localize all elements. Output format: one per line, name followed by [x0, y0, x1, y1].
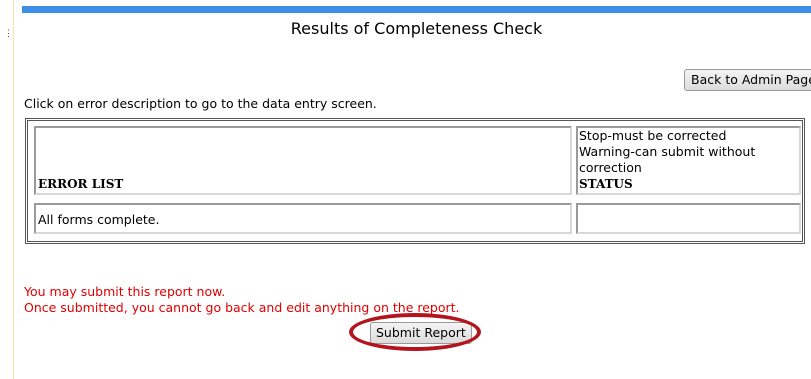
table-row-status	[576, 203, 801, 234]
error-list-header: ERROR LIST	[34, 126, 572, 195]
submit-report-button[interactable]: Submit Report	[370, 322, 472, 344]
status-label: STATUS	[579, 177, 633, 191]
submit-notice: You may submit this report now.	[24, 284, 226, 299]
page-title: Results of Completeness Check	[290, 19, 543, 38]
error-table: ERROR LIST Stop-must be corrected Warnin…	[25, 118, 805, 244]
submit-warning: Once submitted, you cannot go back and e…	[24, 300, 460, 315]
status-legend-warning: Warning-can submit without correction	[579, 144, 756, 175]
header-accent-bar	[22, 6, 811, 13]
back-to-admin-button[interactable]: Back to Admin Page	[684, 69, 811, 91]
instruction-text: Click on error description to go to the …	[24, 96, 377, 111]
status-legend-stop: Stop-must be corrected	[579, 128, 727, 143]
error-description[interactable]: All forms complete.	[38, 212, 159, 228]
error-list-label: ERROR LIST	[38, 177, 124, 191]
left-margin-rule	[13, 0, 14, 379]
splitter-handle[interactable]: ⋮	[4, 30, 13, 39]
table-row-description[interactable]: All forms complete.	[34, 203, 572, 234]
status-header: Stop-must be corrected Warning-can submi…	[576, 126, 801, 195]
